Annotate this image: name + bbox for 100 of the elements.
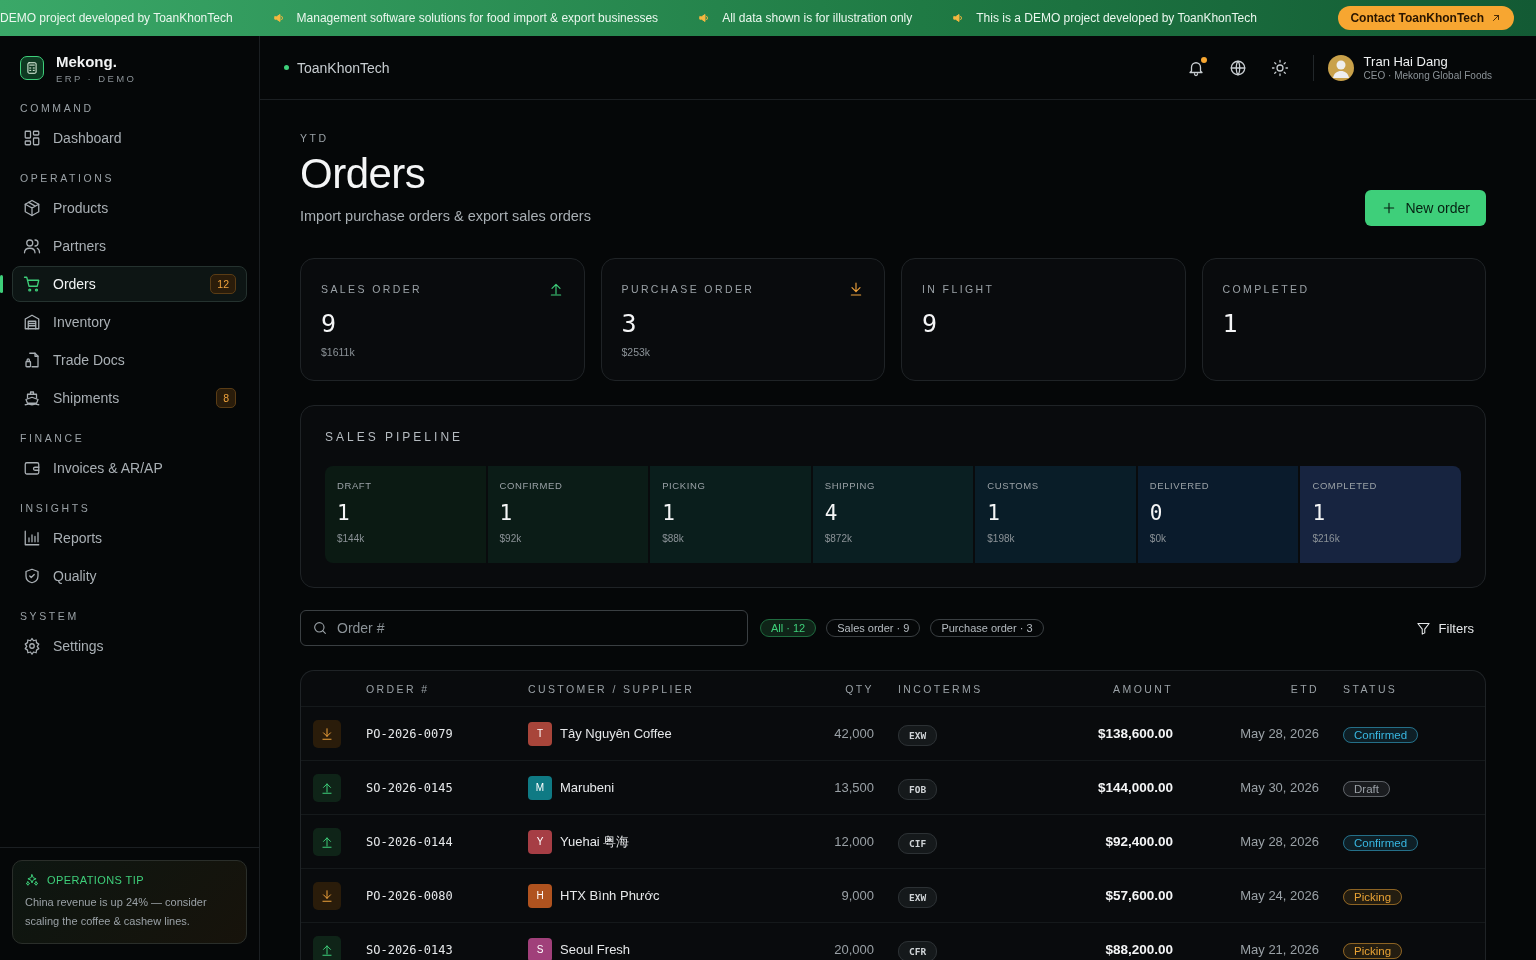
section-heading: COMMAND — [19, 101, 95, 116]
stat-label: IN FLIGHT — [922, 283, 995, 295]
stat-amount: $253k — [621, 346, 652, 358]
brand-name: Mekong. — [56, 52, 118, 70]
calculator-icon — [25, 61, 39, 75]
stage-amount: $92k — [499, 533, 523, 544]
amount-cell-text: $138,600.00 — [1096, 726, 1173, 741]
stat-value: 3 — [621, 309, 638, 338]
stat-label: COMPLETED — [1222, 283, 1310, 295]
page-title: Orders — [300, 150, 427, 198]
count-badge: 12 — [210, 274, 236, 294]
stage-label: PICKING — [662, 480, 707, 491]
column-header: STATUS — [1342, 682, 1399, 695]
stage-count: 4 — [824, 501, 839, 525]
contact-button[interactable]: Contact ToanKhonTech — [1338, 6, 1514, 30]
partner-name: HTX Bình Phước — [560, 888, 660, 903]
partner-name: Marubeni — [560, 780, 615, 795]
stage-amount: $216k — [1312, 533, 1341, 544]
sidebar-item[interactable]: Reports — [12, 520, 247, 556]
order-number[interactable]: SO-2026-0143 — [366, 942, 528, 957]
status-tag: Picking — [1343, 942, 1403, 959]
new-order-button[interactable]: New order — [1365, 190, 1486, 226]
sidebar-item[interactable]: Dashboard — [12, 120, 247, 156]
status-dot — [284, 65, 289, 70]
sparkles-icon — [25, 873, 39, 887]
workspace-name: ToanKhonTech — [297, 59, 390, 76]
column-header: CUSTOMER / SUPPLIER — [528, 682, 696, 695]
section-heading: SYSTEM — [19, 609, 80, 624]
status-tag: Draft — [1343, 780, 1390, 797]
stage-label: CONFIRMED — [499, 480, 564, 491]
user-name: Tran Hai Dang — [1363, 54, 1449, 69]
partner-name: Yuehai 粤海 — [560, 832, 630, 851]
partner-avatar: S — [528, 937, 552, 960]
stage-count: 1 — [1312, 501, 1327, 525]
sidebar-item[interactable]: Quality — [12, 558, 247, 594]
etd-cell-text: May 24, 2026 — [1239, 888, 1319, 903]
etd-cell-text: May 30, 2026 — [1239, 780, 1319, 795]
stage-count: 1 — [499, 501, 514, 525]
stage-amount: $144k — [337, 533, 366, 544]
sidebar-item[interactable]: Settings — [12, 628, 247, 664]
partner-avatar: M — [528, 775, 552, 800]
funnel-icon — [1415, 620, 1431, 636]
user-role: CEO · Mekong Global Foods — [1363, 70, 1492, 81]
order-number[interactable]: SO-2026-0145 — [366, 780, 528, 795]
section-heading: FINANCE — [19, 431, 86, 446]
banner-message: DEMO project developed by ToanKhonTech — [0, 11, 233, 25]
stage-label: COMPLETED — [1312, 480, 1378, 491]
count-badge: 8 — [216, 388, 236, 408]
stage-count: 1 — [337, 501, 351, 525]
document-icon — [23, 351, 41, 369]
sidebar-item[interactable]: Shipments 8 — [12, 380, 247, 416]
warehouse-icon — [23, 313, 41, 331]
partner-avatar: H — [528, 883, 552, 908]
sidebar-item[interactable]: Products — [12, 190, 247, 226]
arrow-up-icon — [320, 942, 334, 957]
amount-cell-text: $57,600.00 — [1104, 888, 1173, 903]
etd-cell-text: May 28, 2026 — [1239, 834, 1319, 849]
globe-icon — [1228, 58, 1247, 77]
stat-value: 1 — [1222, 309, 1239, 338]
stat-amount: $1611k — [321, 346, 356, 358]
quantity-cell-text: 12,000 — [833, 834, 874, 849]
order-number[interactable]: SO-2026-0144 — [366, 834, 528, 849]
arrow-up-icon — [320, 834, 334, 849]
order-number[interactable]: PO-2026-0080 — [366, 888, 528, 903]
status-tag: Picking — [1343, 888, 1403, 905]
arrow-down-icon — [320, 726, 334, 741]
column-header: INCOTERMS — [897, 682, 984, 695]
filters-button[interactable]: Filters — [1403, 620, 1486, 636]
arrow-down-icon — [320, 888, 334, 903]
search-icon — [312, 620, 328, 636]
sidebar-item[interactable]: Trade Docs — [12, 342, 247, 378]
quantity-cell-text: 20,000 — [833, 942, 874, 957]
cube-icon — [23, 199, 41, 217]
stage-amount: $0k — [1149, 533, 1167, 544]
section-heading: OPERATIONS — [19, 171, 116, 186]
sidebar-item[interactable]: Invoices & AR/AP — [12, 450, 247, 486]
incoterm-tag: EXW — [898, 724, 938, 746]
wallet-icon — [23, 459, 41, 477]
page-subtitle: Import purchase orders & export sales orders — [300, 208, 591, 224]
stat-label: SALES ORDER — [321, 283, 423, 295]
partner-avatar: T — [528, 721, 552, 746]
sidebar-item[interactable]: Inventory — [12, 304, 247, 340]
sidebar-item[interactable]: Partners — [12, 228, 247, 264]
stage-label: CUSTOMS — [987, 480, 1040, 491]
page-eyebrow: YTD — [300, 132, 330, 144]
filter-chip[interactable]: All · 12 — [760, 619, 817, 637]
arrow-up-right-icon — [1490, 12, 1502, 24]
column-header: ETD — [1289, 682, 1319, 695]
stage-label: DRAFT — [337, 480, 373, 491]
stat-value: 9 — [321, 309, 338, 338]
bar-chart-icon — [23, 529, 41, 547]
incoterm-tag: EXW — [898, 886, 938, 908]
sun-icon — [1270, 58, 1289, 77]
stage-count: 1 — [662, 501, 676, 525]
search-field[interactable]: Order # — [300, 610, 748, 646]
users-icon — [23, 237, 41, 255]
avatar[interactable] — [1327, 54, 1354, 81]
order-number[interactable]: PO-2026-0079 — [366, 726, 528, 741]
column-header: AMOUNT — [1112, 682, 1173, 695]
stage-amount: $872k — [824, 533, 853, 544]
